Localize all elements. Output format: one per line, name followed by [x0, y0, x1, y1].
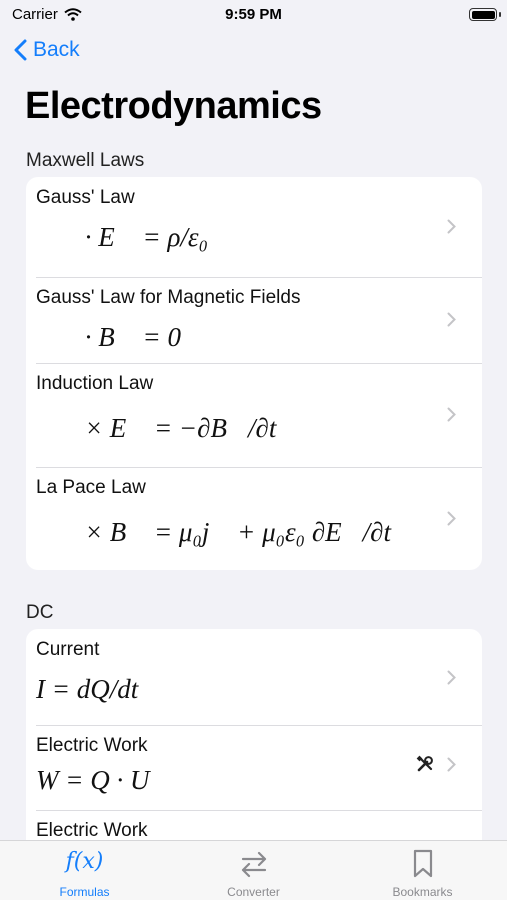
arrows-exchange-icon [241, 851, 266, 878]
tab-bar: f(x) Formulas Converter Bookmarks [0, 840, 507, 900]
dc-group: Current I = dQ/dt Electric Work W = Q · … [26, 629, 482, 869]
tab-label: Formulas [59, 885, 110, 899]
battery-icon [469, 8, 497, 21]
tab-converter[interactable]: Converter [169, 841, 338, 900]
back-button[interactable]: Back [14, 38, 80, 62]
list-item[interactable]: La Pace Law ∇⃗ × B⃗ = μ₀j⃗ + μ₀ε₀ ∂E⃗/∂t [26, 467, 482, 570]
row-title: Gauss' Law for Magnetic Fields [36, 287, 301, 308]
chevron-right-icon [447, 312, 456, 327]
list-item[interactable]: Current I = dQ/dt [26, 629, 482, 725]
row-formula: W = Q · U [36, 765, 150, 795]
row-title: Electric Work [36, 735, 148, 756]
chevron-right-icon [447, 757, 456, 772]
row-formula: ∇⃗ × E⃗ = −∂B⃗/∂t [36, 413, 277, 443]
list-item[interactable]: Electric Work W = Q · U [26, 725, 482, 810]
chevron-right-icon [447, 511, 456, 526]
page-title: Electrodynamics [25, 85, 322, 127]
tab-formulas[interactable]: f(x) Formulas [0, 841, 169, 900]
tab-bookmarks[interactable]: Bookmarks [338, 841, 507, 900]
tab-label: Converter [227, 885, 280, 899]
section-header-maxwell: Maxwell Laws [26, 150, 145, 171]
status-bar: Carrier 9:59 PM [0, 0, 507, 30]
row-formula: ∇⃗ · B⃗ = 0 [36, 322, 181, 352]
chevron-left-icon [14, 39, 27, 61]
list-item[interactable]: Induction Law ∇⃗ × E⃗ = −∂B⃗/∂t [26, 363, 482, 467]
row-formula: ∇⃗ · E⃗ = ρ/ε₀ [36, 222, 208, 252]
row-title: Induction Law [36, 373, 154, 394]
tools-icon [416, 755, 433, 772]
row-title: Gauss' Law [36, 187, 135, 208]
row-formula: I = dQ/dt [36, 674, 139, 704]
chevron-right-icon [447, 219, 456, 234]
back-label: Back [33, 38, 80, 61]
tab-label: Bookmarks [392, 885, 453, 899]
chevron-right-icon [447, 407, 456, 422]
section-header-dc: DC [26, 602, 54, 623]
fx-icon: f(x) [65, 849, 104, 874]
list-item[interactable]: Gauss' Law for Magnetic Fields ∇⃗ · B⃗ =… [26, 277, 482, 363]
list-item[interactable]: Gauss' Law ∇⃗ · E⃗ = ρ/ε₀ [26, 177, 482, 277]
chevron-right-icon [447, 670, 456, 685]
row-formula: ∇⃗ × B⃗ = μ₀j⃗ + μ₀ε₀ ∂E⃗/∂t [36, 517, 391, 547]
row-title: La Pace Law [36, 477, 146, 498]
row-title: Current [36, 639, 100, 660]
row-title: Electric Work [36, 820, 148, 841]
bookmark-icon [413, 849, 432, 878]
maxwell-laws-group: Gauss' Law ∇⃗ · E⃗ = ρ/ε₀ Gauss' Law for… [26, 177, 482, 570]
status-time: 9:59 PM [225, 6, 282, 23]
